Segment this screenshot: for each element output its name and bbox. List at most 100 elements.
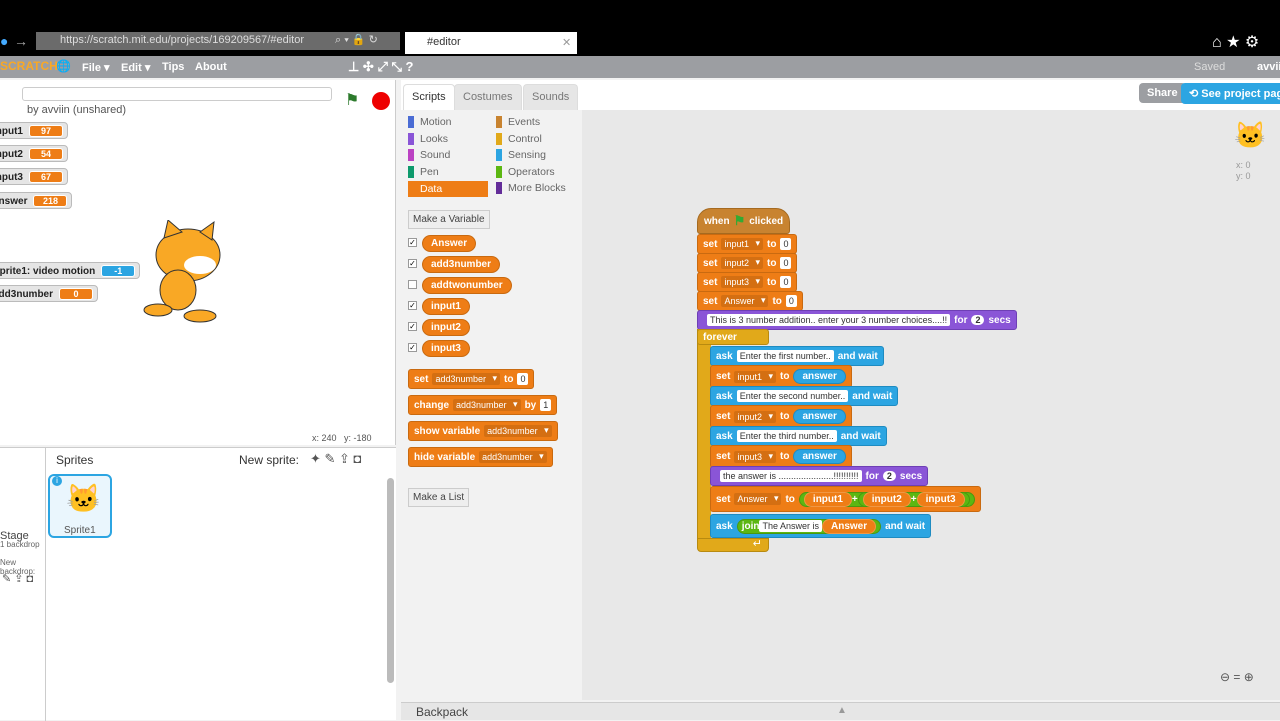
block-part: + [851, 493, 858, 505]
ask-join-block[interactable]: ask join The Answer is Answer and wait [710, 514, 932, 538]
checkbox-add3number[interactable]: ✓ [408, 259, 417, 268]
home-star-gear-icons[interactable]: ⌂ ★ ⚙ [1212, 32, 1259, 52]
checkbox-addtwonumber[interactable] [408, 280, 417, 289]
project-title-input[interactable] [22, 87, 332, 101]
saved-status: Saved [1194, 61, 1226, 73]
make-variable-button[interactable]: Make a Variable [408, 210, 490, 229]
category-operators[interactable]: Operators [496, 166, 555, 178]
menu-tips[interactable]: Tips [162, 61, 184, 73]
set-answer-sum-block[interactable]: setAnswerto input1+input2+input3 [710, 486, 981, 512]
scratch-logo[interactable]: SCRATCH [0, 59, 58, 73]
forward-icon[interactable]: → [14, 33, 28, 49]
set-answer-block[interactable]: setAnswerto0 [697, 291, 803, 311]
category-data[interactable]: Data [408, 181, 488, 197]
category-control[interactable]: Control [496, 133, 542, 145]
var-answer[interactable]: Answer [422, 235, 477, 252]
ask-second-block[interactable]: ask Enter the second number.. and wait [710, 386, 899, 406]
menu-file[interactable]: File ▾ [82, 61, 110, 74]
category-events[interactable]: Events [496, 116, 540, 128]
palette-show-variable-block[interactable]: show variable add3number [408, 421, 558, 441]
info-icon[interactable]: i [52, 476, 62, 486]
sprite-thumb-sprite1[interactable]: i 🐱 Sprite1 [48, 474, 112, 538]
green-flag-icon[interactable]: ⚑ [345, 90, 359, 110]
say-answer-block[interactable]: the answer is ......................!!!!… [710, 466, 929, 486]
globe-icon[interactable]: 🌐 [56, 59, 71, 73]
block-part: secs [988, 314, 1011, 326]
stop-icon[interactable] [372, 92, 390, 110]
search-lock-refresh-icons[interactable]: ⌕ ▾ 🔒 ↻ [335, 33, 378, 47]
block-part: input3 [734, 450, 776, 463]
user-name[interactable]: avviin [1257, 61, 1280, 73]
expand-arrow-icon[interactable]: ▲ [837, 705, 847, 716]
monitor-add3number[interactable]: add3number 0 [0, 285, 99, 302]
backpack-label: Backpack [416, 705, 469, 719]
set-input1-answer-block[interactable]: setinput1toanswer [710, 365, 852, 388]
var-input2[interactable]: input2 [422, 319, 470, 336]
category-motion[interactable]: Motion [408, 116, 452, 128]
category-pen[interactable]: Pen [408, 166, 439, 178]
block-part: to [785, 493, 795, 505]
palette-hide-variable-block[interactable]: hide variable add3number [408, 447, 553, 467]
monitor-answer[interactable]: answer 218 [0, 192, 73, 209]
tab-costumes[interactable]: Costumes [454, 84, 522, 110]
block-part: + [910, 493, 917, 505]
checkbox-answer[interactable]: ✓ [408, 238, 417, 247]
make-list-button[interactable]: Make a List [408, 488, 470, 507]
monitor-input3[interactable]: input3 67 [0, 168, 68, 185]
duplicate-cut-grow-shrink-help-icons[interactable]: ⊥ ✣ ⤢ ⤡ ? [348, 59, 413, 75]
category-sensing[interactable]: Sensing [496, 149, 546, 161]
monitor-input1[interactable]: input1 97 [0, 122, 68, 139]
checkbox-input3[interactable]: ✓ [408, 343, 417, 352]
var-add3number[interactable]: add3number [422, 256, 501, 273]
ask-third-block[interactable]: ask Enter the third number.. and wait [710, 426, 887, 446]
category-more-blocks[interactable]: More Blocks [496, 182, 566, 194]
set-input3-answer-block[interactable]: setinput3toanswer [710, 445, 852, 468]
set-input3-block[interactable]: setinput3to0 [697, 272, 798, 292]
when-flag-clicked-block[interactable]: when ⚑ clicked [697, 208, 791, 234]
backdrop-tools-icons[interactable]: ✎ ⇪ ◘ [2, 572, 33, 585]
var-addtwonumber[interactable]: addtwonumber [422, 277, 512, 294]
stage-thumb-column[interactable]: Stage 1 backdrop New backdrop: ✎ ⇪ ◘ [0, 448, 46, 721]
monitor-input2[interactable]: input2 54 [0, 145, 68, 162]
see-project-page-button[interactable]: ⟲ See project page [1181, 83, 1280, 104]
checkbox-input2[interactable]: ✓ [408, 322, 417, 331]
block-part: add3number [432, 373, 500, 385]
share-button[interactable]: Share [1139, 83, 1186, 103]
block-part: 0 [780, 276, 792, 288]
set-input1-block[interactable]: setinput1to0 [697, 234, 798, 254]
join-operator[interactable]: join The Answer is Answer [736, 518, 882, 534]
menu-edit[interactable]: Edit ▾ [121, 61, 150, 74]
sprite-preview-icon: 🐱 [1234, 120, 1267, 150]
add-operator[interactable]: input1 + input2 + input3 [798, 491, 975, 507]
category-sound[interactable]: Sound [408, 149, 450, 161]
checkbox-input1[interactable]: ✓ [408, 301, 417, 310]
var-input1[interactable]: input1 [422, 298, 470, 315]
palette-change-block[interactable]: changeadd3numberby1 [408, 395, 558, 415]
green-flag-icon: ⚑ [733, 213, 746, 228]
category-looks[interactable]: Looks [408, 133, 448, 145]
zoom-out-reset-in-icons[interactable]: ⊖ = ⊕ [1220, 670, 1254, 684]
backpack-bar[interactable]: Backpack ▲ [401, 702, 1280, 720]
monitor-video-motion[interactable]: Sprite1: video motion -1 [0, 262, 141, 279]
tab-sounds[interactable]: Sounds [523, 84, 579, 110]
set-input2-answer-block[interactable]: setinput2toanswer [710, 405, 852, 428]
block-part: This is 3 number addition.. enter your 3… [707, 314, 951, 326]
block-part: input3 [0, 172, 23, 183]
scripts-area[interactable]: 🐱 x: 0 y: 0 when⚑clicked setinput1to0 se… [582, 110, 1280, 700]
sprites-scrollbar[interactable] [387, 478, 394, 683]
menu-about[interactable]: About [195, 61, 227, 73]
tab-scripts[interactable]: Scripts [403, 84, 455, 110]
say-intro-block[interactable]: This is 3 number addition.. enter your 3… [697, 310, 1017, 330]
palette-set-block[interactable]: setadd3number to0 [408, 369, 535, 389]
forever-block[interactable]: forever [697, 329, 769, 345]
var-input3[interactable]: input3 [422, 340, 470, 357]
block-part: set [414, 373, 429, 385]
new-sprite-tools-icons[interactable]: ✦ ✎ ⇪ ◘ [310, 451, 361, 467]
browser-tab[interactable]: #editor [405, 32, 577, 54]
block-part: and wait [837, 350, 878, 362]
close-tab-icon[interactable]: ✕ [562, 36, 571, 49]
ask-first-block[interactable]: ask Enter the first number.. and wait [710, 346, 884, 366]
back-icon[interactable]: ● [0, 33, 8, 49]
set-input2-block[interactable]: setinput2to0 [697, 253, 798, 273]
scratch-cat-sprite[interactable] [138, 220, 238, 330]
